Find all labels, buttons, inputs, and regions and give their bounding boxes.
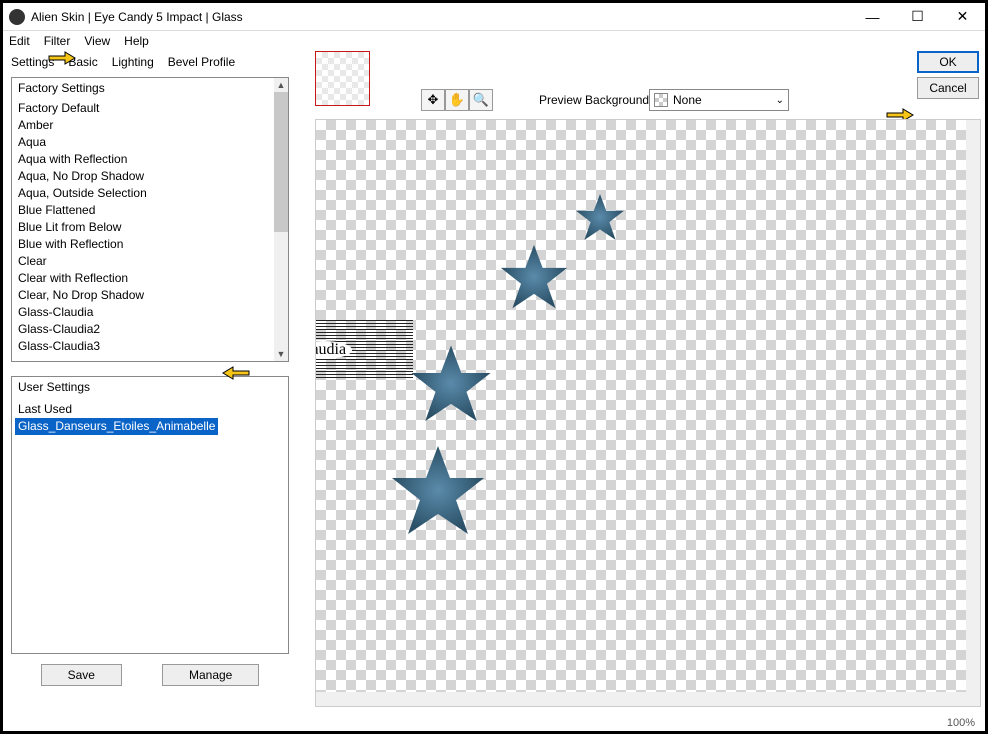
- star-shape: [574, 192, 626, 244]
- pointer-annotation-icon: [47, 46, 77, 68]
- star-shape: [408, 342, 494, 428]
- tab-strip: Settings Basic Lighting Bevel Profile: [3, 51, 985, 73]
- preview-thumbnail[interactable]: [315, 51, 370, 106]
- content-area: Settings Basic Lighting Bevel Profile Fa…: [3, 51, 985, 731]
- factory-settings-list[interactable]: Factory Default Amber Aqua Aqua with Ref…: [12, 100, 274, 361]
- list-item[interactable]: Clear: [18, 253, 268, 270]
- close-button[interactable]: ✕: [940, 3, 985, 31]
- zoom-level: 100%: [947, 717, 975, 729]
- list-item[interactable]: Glass-Claudia2: [18, 321, 268, 338]
- dialog-window: Alien Skin | Eye Candy 5 Impact | Glass …: [0, 0, 988, 734]
- zoom-tool-icon[interactable]: 🔍: [469, 89, 493, 111]
- factory-settings-header: Factory Settings: [12, 78, 288, 98]
- star-shape: [498, 242, 570, 314]
- pointer-annotation-icon: [221, 361, 251, 383]
- app-icon: [9, 9, 25, 25]
- list-item[interactable]: Glass-Claudia: [18, 304, 268, 321]
- list-item[interactable]: Blue Flattened: [18, 202, 268, 219]
- user-settings-box: User Settings Last Used Glass_Danseurs_E…: [11, 376, 289, 654]
- preview-canvas[interactable]: claudia: [315, 119, 981, 707]
- minimize-button[interactable]: —: [850, 3, 895, 31]
- factory-scrollbar[interactable]: ▲ ▼: [274, 78, 288, 361]
- bottom-buttons: Save Manage: [11, 664, 289, 686]
- canvas-scrollbar-vertical[interactable]: [966, 120, 980, 692]
- maximize-button[interactable]: ☐: [895, 3, 940, 31]
- watermark: claudia: [315, 320, 413, 380]
- canvas-scrollbar-horizontal[interactable]: [316, 692, 980, 706]
- cancel-button[interactable]: Cancel: [917, 77, 979, 99]
- list-item[interactable]: Glass-Claudia3: [18, 338, 268, 355]
- list-item[interactable]: Blue Lit from Below: [18, 219, 268, 236]
- transparency-swatch-icon: [654, 93, 668, 107]
- save-button[interactable]: Save: [41, 664, 122, 686]
- chevron-down-icon: ⌄: [776, 95, 784, 106]
- list-item[interactable]: Aqua with Reflection: [18, 151, 268, 168]
- preview-background-select[interactable]: None ⌄: [649, 89, 789, 111]
- list-item[interactable]: Last Used: [15, 401, 285, 418]
- tab-lighting[interactable]: Lighting: [112, 55, 154, 69]
- menu-help[interactable]: Help: [124, 34, 149, 48]
- scroll-up-icon[interactable]: ▲: [274, 78, 288, 92]
- titlebar: Alien Skin | Eye Candy 5 Impact | Glass …: [3, 3, 985, 31]
- menu-edit[interactable]: Edit: [9, 34, 30, 48]
- list-item[interactable]: Amber: [18, 117, 268, 134]
- window-title: Alien Skin | Eye Candy 5 Impact | Glass: [31, 10, 850, 24]
- menu-view[interactable]: View: [84, 34, 110, 48]
- list-item[interactable]: Aqua, No Drop Shadow: [18, 168, 268, 185]
- user-settings-list[interactable]: Last Used Glass_Danseurs_Etoiles_Animabe…: [12, 397, 288, 439]
- manage-button[interactable]: Manage: [162, 664, 259, 686]
- scroll-thumb[interactable]: [274, 92, 288, 232]
- scroll-down-icon[interactable]: ▼: [274, 347, 288, 361]
- list-item[interactable]: Factory Default: [18, 100, 268, 117]
- tab-bevel-profile[interactable]: Bevel Profile: [168, 55, 235, 69]
- watermark-text: claudia: [315, 341, 352, 359]
- list-item-selected[interactable]: Glass_Danseurs_Etoiles_Animabelle: [15, 418, 218, 435]
- list-item[interactable]: Aqua, Outside Selection: [18, 185, 268, 202]
- list-item[interactable]: Clear, No Drop Shadow: [18, 287, 268, 304]
- preview-background-value: None: [673, 93, 702, 107]
- menubar: Edit Filter View Help: [3, 31, 985, 51]
- list-item[interactable]: Aqua: [18, 134, 268, 151]
- list-item[interactable]: Clear with Reflection: [18, 270, 268, 287]
- preview-background-label: Preview Background:: [539, 93, 652, 107]
- ok-button[interactable]: OK: [917, 51, 979, 73]
- preview-tools: ✥ ✋ 🔍: [421, 89, 493, 111]
- window-controls: — ☐ ✕: [850, 3, 985, 31]
- list-item[interactable]: Blue with Reflection: [18, 236, 268, 253]
- hand-tool-icon[interactable]: ✋: [445, 89, 469, 111]
- factory-settings-box: Factory Settings Factory Default Amber A…: [11, 77, 289, 362]
- pointer-tool-icon[interactable]: ✥: [421, 89, 445, 111]
- star-shape: [388, 442, 488, 542]
